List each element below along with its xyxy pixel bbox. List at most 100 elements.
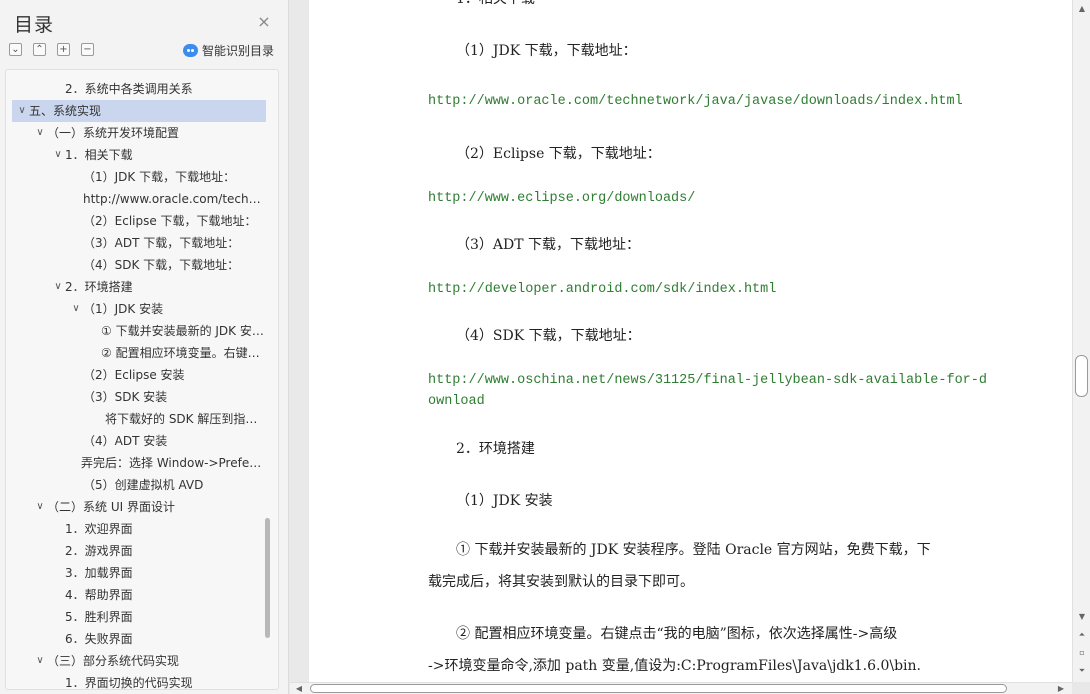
step2-paragraph: ② 配置相应环境变量。右键点击“我的电脑”图标，依次选择属性->高级 ->环境变… <box>428 618 983 682</box>
toc-item-label: （3）SDK 安装 <box>83 390 168 404</box>
remove-heading-icon[interactable]: − <box>81 43 94 56</box>
step2-line1: ② 配置相应环境变量。右键点击“我的电脑”图标，依次选择属性->高级 <box>456 626 898 642</box>
sdk-url-link-line1[interactable]: http://www.oschina.net/news/31125/final-… <box>428 373 987 388</box>
toc-item[interactable]: ① 下载并安装最新的 JDK 安装程序 <box>6 320 266 342</box>
toc-item[interactable]: （5）创建虚拟机 AVD <box>6 474 266 496</box>
ai-icon <box>183 43 198 57</box>
toc-item[interactable]: 6．失败界面 <box>6 628 266 650</box>
collapse-all-icon[interactable]: ⌄ <box>9 43 22 56</box>
sdk-url-link-line2[interactable]: ownload <box>428 394 485 409</box>
adt-download-text: （3）ADT 下载，下载地址： <box>456 237 641 253</box>
toc-item[interactable]: （2）Eclipse 安装 <box>6 364 266 386</box>
toc-item-label: 3．加载界面 <box>65 566 133 580</box>
toc-item[interactable]: ∨ （一）系统开发环境配置 <box>6 122 266 144</box>
toc-item-label: 2．游戏界面 <box>65 544 133 558</box>
sdk-download-text: （4）SDK 下载，下载地址： <box>456 328 641 344</box>
toc-item[interactable]: 1．欢迎界面 <box>6 518 266 540</box>
toc-item[interactable]: （2）Eclipse 下载，下载地址： <box>6 210 266 232</box>
toc-item-label: 弄完后：选择 Window->Preferences <box>81 456 264 470</box>
toc-item[interactable]: 5．胜利界面 <box>6 606 266 628</box>
toc-item-label: （3）ADT 下载，下载地址： <box>83 236 240 250</box>
step2-line2: ->环境变量命令,添加 path 变量,值设为:C:ProgramFiles\J… <box>428 658 921 674</box>
toc-item-label: （一）系统开发环境配置 <box>47 126 180 140</box>
toc-item[interactable]: ∨ 五、系统实现 <box>12 100 266 122</box>
vertical-scrollbar[interactable]: ▲ ▼ ⏶ ▫ ⏷ <box>1072 0 1090 682</box>
toc-item[interactable]: ∨ （二）系统 UI 界面设计 <box>6 496 266 518</box>
heading-env-setup: 2．环境搭建 <box>456 441 535 457</box>
toc-item[interactable]: 2．游戏界面 <box>6 540 266 562</box>
smart-toc-label: 智能识别目录 <box>202 43 275 58</box>
toc-sidebar: 目录 × ⌄ ⌃ + − 智能识别目录 2．系统中各类调用关系 ∨ 五、系统实现 ∨ （… <box>0 0 289 694</box>
toc-item[interactable]: 4．帮助界面 <box>6 584 266 606</box>
toc-item-label: http://www.oracle.com/technetwork/java/j… <box>83 192 264 206</box>
toc-title: 目录 <box>14 14 55 36</box>
chevron-down-icon[interactable]: ∨ <box>34 122 46 144</box>
step1-paragraph: ① 下载并安装最新的 JDK 安装程序。登陆 Oracle 官方网站，免费下载，… <box>428 534 983 598</box>
chevron-down-icon[interactable]: ∨ <box>34 496 46 518</box>
toc-panel: 2．系统中各类调用关系 ∨ 五、系统实现 ∨ （一）系统开发环境配置 ∨ 1．相关下载 （1）… <box>5 69 279 690</box>
heading-downloads: 1．相关下载 <box>428 0 535 8</box>
toc-item-label: 2．系统中各类调用关系 <box>65 82 193 96</box>
toc-item[interactable]: http://www.oracle.com/technetwork/java/j… <box>6 188 266 210</box>
step1-line2: 载完成后，将其安装到默认的目录下即可。 <box>428 574 694 590</box>
toc-item-label: 1．欢迎界面 <box>65 522 133 536</box>
scroll-right-icon[interactable]: ▶ <box>1056 684 1066 694</box>
toc-item[interactable]: （1）JDK 下载，下载地址： <box>6 166 266 188</box>
page-icon[interactable]: ▫ <box>1077 648 1087 658</box>
toc-item-label: ① 下载并安装最新的 JDK 安装程序 <box>101 324 264 338</box>
toc-item-label: 五、系统实现 <box>29 104 102 118</box>
chevron-down-icon[interactable]: ∨ <box>70 298 82 320</box>
chevron-down-icon[interactable]: ∨ <box>52 276 64 298</box>
chevron-down-icon[interactable]: ∨ <box>16 100 28 122</box>
vertical-scroll-thumb[interactable] <box>1075 355 1088 397</box>
toc-list: 2．系统中各类调用关系 ∨ 五、系统实现 ∨ （一）系统开发环境配置 ∨ 1．相关下载 （1）… <box>6 78 266 690</box>
toc-item-label: 5．胜利界面 <box>65 610 133 624</box>
horizontal-scrollbar[interactable]: ◀ ▶ <box>290 682 1072 694</box>
eclipse-url-link[interactable]: http://www.eclipse.org/downloads/ <box>428 191 695 206</box>
toc-item-label: （2）Eclipse 安装 <box>83 368 185 382</box>
jdk-install-heading: （1）JDK 安装 <box>456 493 553 509</box>
add-heading-icon[interactable]: + <box>57 43 70 56</box>
toc-item-label: 1．相关下载 <box>65 148 133 162</box>
toc-item-label: （2）Eclipse 下载，下载地址： <box>83 214 257 228</box>
toc-item[interactable]: ∨ （1）JDK 安装 <box>6 298 266 320</box>
toc-item-label: （三）部分系统代码实现 <box>47 654 180 668</box>
toc-item-label: （1）JDK 下载，下载地址： <box>83 170 236 184</box>
toc-item-label: （5）创建虚拟机 AVD <box>83 478 204 492</box>
toc-item[interactable]: （3）ADT 下载，下载地址： <box>6 232 266 254</box>
chevron-down-icon[interactable]: ∨ <box>52 144 64 166</box>
toc-item[interactable]: ∨ 1．相关下载 <box>6 144 266 166</box>
toc-item[interactable]: （3）SDK 安装 <box>6 386 266 408</box>
toc-item-label: 1．界面切换的代码实现 <box>65 676 193 690</box>
toc-item[interactable]: 将下载好的 SDK 解压到指定目录 <box>6 408 266 430</box>
toc-item[interactable]: （4）SDK 下载，下载地址： <box>6 254 266 276</box>
smart-toc-button[interactable]: 智能识别目录 <box>183 41 274 59</box>
toc-item[interactable]: 弄完后：选择 Window->Preferences <box>6 452 266 474</box>
horizontal-scroll-thumb[interactable] <box>310 684 1007 693</box>
toc-item[interactable]: ∨ （三）部分系统代码实现 <box>6 650 266 672</box>
prev-page-icon[interactable]: ⏶ <box>1077 630 1087 640</box>
toc-item-label: 4．帮助界面 <box>65 588 133 602</box>
document-page: 1．相关下载 （1）JDK 下载，下载地址： http://www.oracle… <box>309 0 1072 682</box>
toc-item[interactable]: ② 配置相应环境变量。右键点击 <box>6 342 266 364</box>
scroll-up-icon[interactable]: ▲ <box>1077 4 1087 14</box>
eclipse-download-text: （2）Eclipse 下载，下载地址： <box>456 146 661 162</box>
toc-item[interactable]: ∨ 2．环境搭建 <box>6 276 266 298</box>
next-page-icon[interactable]: ⏷ <box>1077 666 1087 676</box>
toc-scrollbar[interactable] <box>265 518 270 638</box>
scroll-left-icon[interactable]: ◀ <box>294 684 304 694</box>
toc-item[interactable]: 2．系统中各类调用关系 <box>6 78 266 100</box>
toc-item-label: 2．环境搭建 <box>65 280 133 294</box>
toc-item[interactable]: （4）ADT 安装 <box>6 430 266 452</box>
close-icon[interactable]: × <box>256 14 272 30</box>
jdk-url-link[interactable]: http://www.oracle.com/technetwork/java/j… <box>428 94 963 109</box>
expand-up-icon[interactable]: ⌃ <box>33 43 46 56</box>
toc-item-label: 6．失败界面 <box>65 632 133 646</box>
chevron-down-icon[interactable]: ∨ <box>34 650 46 672</box>
scroll-down-icon[interactable]: ▼ <box>1077 612 1087 622</box>
toc-item[interactable]: 1．界面切换的代码实现 <box>6 672 266 690</box>
adt-url-link[interactable]: http://developer.android.com/sdk/index.h… <box>428 282 776 297</box>
toc-item-label: （1）JDK 安装 <box>83 302 164 316</box>
toc-item-label: ② 配置相应环境变量。右键点击 <box>101 346 264 360</box>
toc-item[interactable]: 3．加载界面 <box>6 562 266 584</box>
